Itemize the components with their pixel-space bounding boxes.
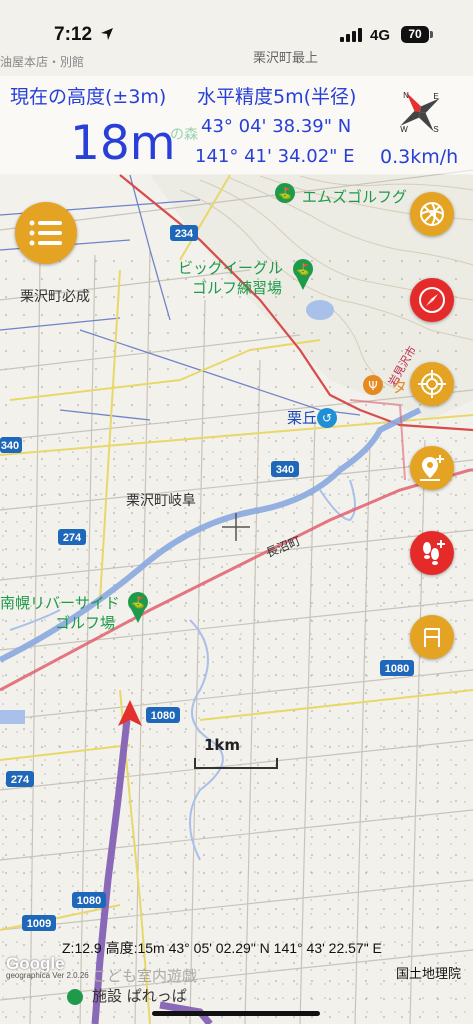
add-location-pin-icon xyxy=(420,455,444,481)
menu-button[interactable] xyxy=(15,202,77,264)
longitude-value: 141° 41' 34.02" E xyxy=(195,146,355,167)
flag-button[interactable] xyxy=(410,615,454,659)
battery-tip xyxy=(430,31,433,38)
target-button[interactable] xyxy=(410,362,454,406)
route-shield-234: 234 xyxy=(175,228,194,240)
menu-list-icon xyxy=(29,220,62,246)
latitude-value: 43° 04' 38.39" N xyxy=(201,116,352,137)
map-label-hisseki: 栗沢町必成 xyxy=(20,289,90,305)
svg-text:1080: 1080 xyxy=(385,663,409,675)
network-type: 4G xyxy=(370,27,391,44)
home-indicator[interactable] xyxy=(152,1011,320,1016)
svg-text:↺: ↺ xyxy=(322,411,332,425)
compass-rose-icon[interactable]: N E W S xyxy=(392,84,448,140)
ios-status-bar: 7:12 4G 70 xyxy=(0,0,473,50)
crosshair-target-icon xyxy=(418,370,446,398)
add-point-button[interactable] xyxy=(410,446,454,490)
map-attribution[interactable]: 国土地理院 xyxy=(396,963,461,982)
svg-text:N: N xyxy=(403,91,409,100)
add-track-button[interactable] xyxy=(410,531,454,575)
map-label-kids[interactable]: こども室内遊戯 施設 ぱれっぱ xyxy=(92,966,197,1006)
map-center-info: Z:12.9 高度:15m 43° 05' 02.29" N 141° 43' … xyxy=(62,940,382,956)
svg-text:1080: 1080 xyxy=(77,895,101,907)
map-label-riverside-line1: 南幌リバーサイド xyxy=(0,594,120,612)
flag-icon xyxy=(424,628,440,647)
map-label-top-left-shop: 油屋本店・別館 xyxy=(0,55,85,69)
map-label-riverside[interactable]: 南幌リバーサイド ゴルフ場 xyxy=(0,593,120,633)
map-label-kids-line1: こども室内遊戯 xyxy=(92,967,198,985)
svg-text:274: 274 xyxy=(11,774,30,786)
battery-level: 70 xyxy=(401,26,429,43)
map-label-kids-line2: 施設 ぱれっぱ xyxy=(92,987,187,1005)
add-footprints-icon xyxy=(423,540,445,565)
svg-text:S: S xyxy=(433,125,438,134)
svg-text:⛳: ⛳ xyxy=(278,187,292,200)
altitude-label: 現在の高度(±3m) xyxy=(10,86,167,108)
spiral-icon xyxy=(420,202,444,226)
map-label-kurioka: 栗丘 xyxy=(287,409,318,427)
svg-text:W: W xyxy=(400,125,408,134)
spiral-button[interactable] xyxy=(410,192,454,236)
north-up-button[interactable] xyxy=(410,278,454,322)
svg-text:1080: 1080 xyxy=(151,710,175,722)
map-label-golf-fg[interactable]: エムズゴルフグ xyxy=(302,186,407,207)
map-label-golf-bigeagle-line2: ゴルフ練習場 xyxy=(192,279,283,297)
svg-text:E: E xyxy=(433,92,438,101)
app-version: geographica Ver 2.0.26 xyxy=(6,971,89,980)
map-label-gifu: 栗沢町岐阜 xyxy=(126,493,196,509)
status-time: 7:12 xyxy=(54,24,93,45)
map-label-riverside-line2: ゴルフ場 xyxy=(55,614,116,632)
map-label-golf-bigeagle[interactable]: ビッグイーグル ゴルフ練習場 xyxy=(178,258,283,298)
compass-needle-icon xyxy=(419,287,445,313)
speed-value: 0.3km/h xyxy=(380,146,459,168)
svg-text:340: 340 xyxy=(1,440,19,452)
svg-text:⛳: ⛳ xyxy=(296,263,310,276)
svg-text:⛳: ⛳ xyxy=(131,596,145,609)
svg-text:Ψ: Ψ xyxy=(368,379,377,393)
svg-text:340: 340 xyxy=(276,464,294,476)
altitude-value: 18m xyxy=(70,116,176,171)
svg-text:274: 274 xyxy=(63,532,82,544)
signal-bars-icon xyxy=(340,28,362,42)
map-label-golf-bigeagle-line1: ビッグイーグル xyxy=(178,259,284,277)
svg-text:1009: 1009 xyxy=(27,918,51,930)
scale-bar-label: 1km xyxy=(204,736,241,754)
accuracy-label: 水平精度5m(半径) xyxy=(197,86,357,108)
location-arrow-icon xyxy=(101,28,113,40)
